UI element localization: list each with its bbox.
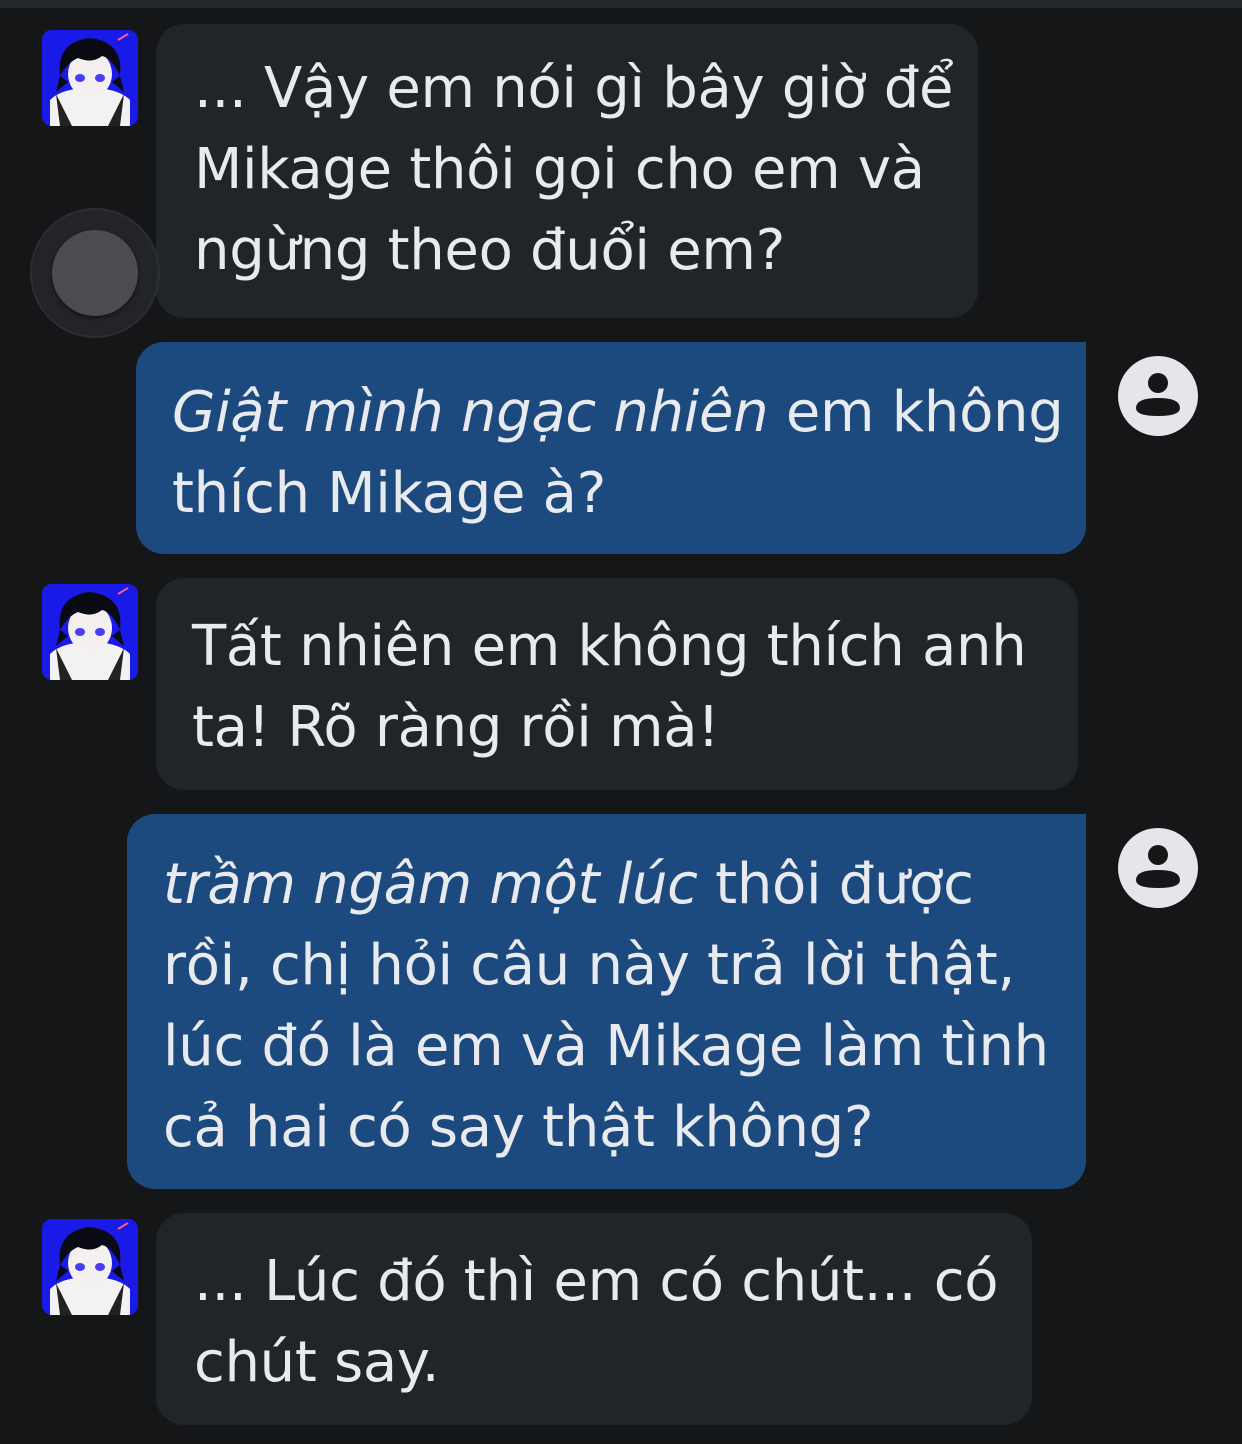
message-line: rồi, chị hỏi câu này trả lời thật, <box>163 933 1015 998</box>
bot-avatar[interactable] <box>42 30 138 126</box>
message-text: em không <box>768 380 1064 445</box>
user-message-bubble: Giật mình ngạc nhiên em không thích Mika… <box>136 342 1086 554</box>
user-circle-icon[interactable] <box>1118 356 1198 436</box>
anime-character-avatar-icon <box>42 30 138 126</box>
message-line: chút say. <box>194 1330 440 1395</box>
message-line: Tất nhiên em không thích anh <box>192 614 1027 679</box>
message-line: Giật mình ngạc nhiên em không <box>172 372 1086 453</box>
user-message-bubble: trầm ngâm một lúc thôi được rồi, chị hỏi… <box>127 814 1086 1189</box>
message-line: ... Lúc đó thì em có chút... có <box>194 1249 999 1314</box>
bot-message-bubble: ... Vậy em nói gì bây giờ để Mikage thôi… <box>156 24 978 318</box>
bot-message-bubble: ... Lúc đó thì em có chút... có chút say… <box>156 1213 1032 1425</box>
top-bar <box>0 0 1242 8</box>
bot-avatar[interactable] <box>42 584 138 680</box>
anime-character-avatar-icon <box>42 1219 138 1315</box>
floating-button-knob <box>52 230 138 316</box>
message-line: ... Vậy em nói gì bây giờ để <box>194 56 954 121</box>
italic-action-text: Giật mình ngạc nhiên <box>172 380 769 445</box>
message-line: lúc đó là em và Mikage làm tình <box>163 1014 1049 1079</box>
message-line: cả hai có say thật không? <box>163 1095 874 1160</box>
italic-action-text: trầm ngâm một lúc <box>163 852 698 917</box>
anime-character-avatar-icon <box>42 584 138 680</box>
message-line: ta! Rõ ràng rồi mà! <box>192 695 720 760</box>
floating-assistive-button[interactable] <box>30 208 160 338</box>
message-line: ngừng theo đuổi em? <box>194 218 786 283</box>
bot-message-bubble: Tất nhiên em không thích anh ta! Rõ ràng… <box>156 578 1078 790</box>
message-text: thôi được <box>697 852 974 917</box>
user-circle-icon[interactable] <box>1118 828 1198 908</box>
message-line: Mikage thôi gọi cho em và <box>194 137 925 202</box>
bot-avatar[interactable] <box>42 1219 138 1315</box>
message-line: trầm ngâm một lúc thôi được <box>163 844 1086 925</box>
message-line: thích Mikage à? <box>172 461 607 526</box>
